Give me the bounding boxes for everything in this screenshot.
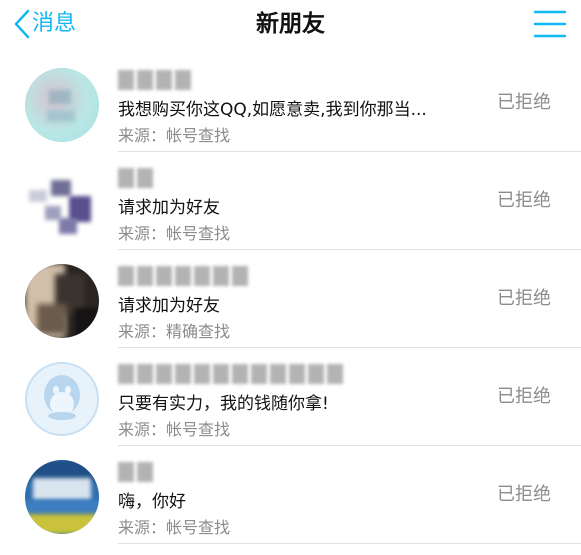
default-penguin-avatar-icon <box>25 362 99 436</box>
menu-button[interactable] <box>533 9 567 39</box>
avatar[interactable] <box>25 264 99 338</box>
friend-request-list: 我想购买你这QQ,如愿意卖,我到你那当... 来源：帐号查找 已拒绝 请求加为好… <box>0 54 581 544</box>
friend-request-row[interactable]: 我想购买你这QQ,如愿意卖,我到你那当... 来源：帐号查找 已拒绝 <box>0 54 581 152</box>
avatar[interactable] <box>25 68 99 142</box>
request-message: 我想购买你这QQ,如愿意卖,我到你那当... <box>118 100 427 120</box>
blurred-name <box>118 168 153 189</box>
request-source: 来源：帐号查找 <box>118 224 231 243</box>
status-label: 已拒绝 <box>497 484 551 505</box>
hamburger-menu-icon <box>533 10 567 38</box>
friend-request-row[interactable]: 请求加为好友 来源：精确查找 已拒绝 <box>0 250 581 348</box>
blurred-name <box>118 266 248 287</box>
request-message: 嗨，你好 <box>118 492 186 512</box>
friend-request-row[interactable]: 请求加为好友 来源：帐号查找 已拒绝 <box>0 152 581 250</box>
divider <box>118 543 581 544</box>
blurred-name <box>118 364 343 385</box>
friend-request-row[interactable]: 嗨，你好 来源：帐号查找 已拒绝 <box>0 446 581 544</box>
request-source: 来源：帐号查找 <box>118 126 231 145</box>
status-label: 已拒绝 <box>497 92 551 113</box>
avatar[interactable] <box>25 460 99 534</box>
request-message: 只要有实力，我的钱随你拿! <box>118 394 329 414</box>
status-label: 已拒绝 <box>497 386 551 407</box>
avatar[interactable] <box>25 362 99 436</box>
request-source: 来源：帐号查找 <box>118 420 231 439</box>
status-label: 已拒绝 <box>497 288 551 309</box>
request-source: 来源：帐号查找 <box>118 518 231 537</box>
blurred-name <box>118 70 191 91</box>
blurred-name <box>118 462 153 483</box>
status-label: 已拒绝 <box>497 190 551 211</box>
request-message: 请求加为好友 <box>118 198 220 218</box>
request-source: 来源：精确查找 <box>118 322 231 341</box>
request-message: 请求加为好友 <box>118 296 220 316</box>
page-title: 新朋友 <box>256 11 325 37</box>
avatar[interactable] <box>25 166 99 240</box>
navigation-bar: 消息 新朋友 <box>0 0 581 48</box>
friend-request-row[interactable]: 只要有实力，我的钱随你拿! 来源：帐号查找 已拒绝 <box>0 348 581 446</box>
